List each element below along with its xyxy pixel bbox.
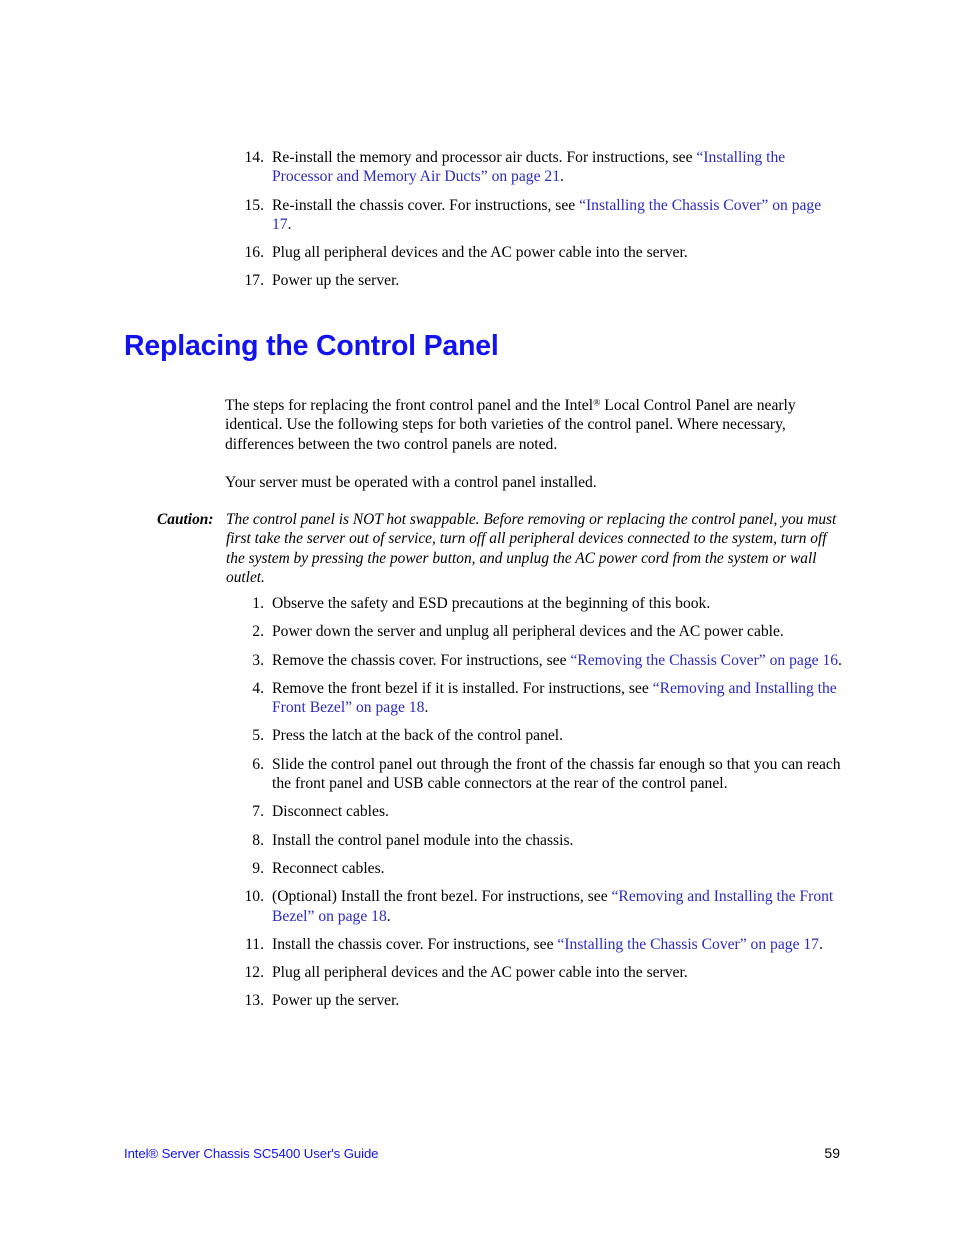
list-item-text: Reconnect cables. [272,859,842,878]
list-item: 3. Remove the chassis cover. For instruct… [236,651,842,670]
document-page: 14. Re-install the memory and processor a… [0,0,954,1235]
list-item: 9. Reconnect cables. [236,859,842,878]
list-item: 16. Plug all peripheral devices and the A… [236,243,842,262]
list-item: 2. Power down the server and unplug all p… [236,622,842,641]
list-item-text: Plug all peripheral devices and the AC p… [272,963,842,982]
list-item-number: 11. [245,935,264,953]
list-item: 10. (Optional) Install the front bezel. F… [236,887,842,926]
list-item-text-lead: (Optional) Install the front bezel. For … [272,888,612,906]
list-item-text-lead: Power up the server. [272,272,400,290]
list-item-number: 10. [244,888,265,906]
list-item-number: 6. [252,755,264,773]
list-item-text-lead: Install the control panel module into th… [272,831,574,849]
step-list-main: 1. Observe the safety and ESD precautions… [236,594,842,1020]
list-item-text-lead: Remove the chassis cover. For instructio… [272,651,571,669]
footer-book-title: Intel® Server Chassis SC5400 User's Guid… [124,1146,379,1161]
list-item-text: Install the chassis cover. For instructi… [272,935,842,954]
list-item-text-trail: . [560,168,564,186]
list-item-text-trail: . [424,699,429,717]
list-item-text: (Optional) Install the front bezel. For … [272,887,842,926]
list-item-text: Re-install the memory and processor air … [272,148,842,187]
list-item-text-lead: Reconnect cables. [272,859,385,877]
step-list-continued: 14. Re-install the memory and processor a… [236,148,842,300]
list-item: 15. Re-install the chassis cover. For ins… [236,196,842,235]
list-item-text-lead: Re-install the chassis cover. For instru… [272,196,580,214]
list-item-number: 5. [252,727,264,745]
intro-paragraph-1: The steps for replacing the front contro… [225,396,841,454]
list-item-number: 7. [252,803,264,821]
list-item-text-lead: Install the chassis cover. For instructi… [272,935,558,953]
list-item: 14. Re-install the memory and processor a… [236,148,842,187]
list-item-text-lead: Disconnect cables. [272,803,389,821]
list-item-text: Disconnect cables. [272,802,842,821]
list-item-text-trail: . [386,907,391,925]
list-item-text-lead: Remove the front bezel if it is installe… [272,679,653,697]
list-item: 5. Press the latch at the back of the con… [236,726,842,745]
cross-reference-link[interactable]: “Installing the Chassis Cover” on page 1… [557,936,819,953]
list-item-text-lead: Slide the control panel out through the … [272,755,841,793]
list-item-number: 9. [252,859,264,877]
footer-page-number: 59 [824,1145,840,1161]
list-item: 1. Observe the safety and ESD precautions… [236,594,842,613]
list-item-text: Re-install the chassis cover. For instru… [272,196,842,235]
list-item-text-lead: Observe the safety and ESD precautions a… [272,595,711,612]
cross-reference-link[interactable]: “Removing the Chassis Cover” on page 16 [570,652,838,669]
list-item-number: 1. [252,595,264,612]
list-item-text-lead: Re-install the memory and processor air … [272,149,697,166]
list-item-number: 14. [244,149,265,166]
list-item-number: 16. [244,244,265,262]
list-item: 8. Install the control panel module into … [236,831,842,850]
caution-label: Caution: [157,511,214,528]
list-item: 12. Plug all peripheral devices and the A… [236,963,842,982]
list-item-text: Power up the server. [272,991,842,1010]
list-item-number: 3. [252,651,264,669]
list-item-text: Observe the safety and ESD precautions a… [272,594,842,613]
list-item-text: Power up the server. [272,271,842,290]
list-item-text: Plug all peripheral devices and the AC p… [272,243,842,262]
list-item-text-lead: Plug all peripheral devices and the AC p… [272,244,688,262]
list-item-number: 13. [244,992,265,1010]
list-item-text: Install the control panel module into th… [272,831,842,850]
list-item-text: Power down the server and unplug all per… [272,622,842,641]
intro-text-a: The steps for replacing the front contro… [225,397,594,414]
list-item-text-trail: . [287,215,292,233]
list-item: 6. Slide the control panel out through th… [236,755,842,794]
list-item-text-lead: Plug all peripheral devices and the AC p… [272,964,688,982]
list-item-text: Remove the chassis cover. For instructio… [272,651,842,670]
caution-text: The control panel is NOT hot swappable. … [226,511,837,586]
list-item-number: 12. [244,964,265,982]
list-item: 11. Install the chassis cover. For instru… [236,935,842,954]
list-item-number: 15. [244,196,265,214]
list-item-number: 8. [252,831,264,849]
list-item-text: Slide the control panel out through the … [272,755,842,794]
list-item-number: 2. [252,623,264,641]
list-item-text-trail: . [838,651,842,669]
list-item: 4. Remove the front bezel if it is instal… [236,679,842,718]
list-item: 7. Disconnect cables. [236,802,842,821]
list-item-text: Remove the front bezel if it is installe… [272,679,842,718]
section-heading: Replacing the Control Panel [124,330,499,362]
list-item: 13. Power up the server. [236,991,842,1010]
list-item-text-lead: Press the latch at the back of the contr… [272,727,563,745]
list-item: 17. Power up the server. [236,271,842,290]
intro-paragraph-2: Your server must be operated with a cont… [225,473,597,491]
caution-block: Caution: The control panel is NOT hot sw… [157,510,847,587]
list-item-number: 17. [244,272,265,290]
intro-paragraphs: The steps for replacing the front contro… [225,396,841,511]
list-item-text-trail: . [818,935,823,953]
list-item-text: Press the latch at the back of the contr… [272,726,842,745]
list-item-text-lead: Power down the server and unplug all per… [272,623,784,641]
list-item-number: 4. [252,679,264,697]
list-item-text-lead: Power up the server. [272,992,400,1010]
